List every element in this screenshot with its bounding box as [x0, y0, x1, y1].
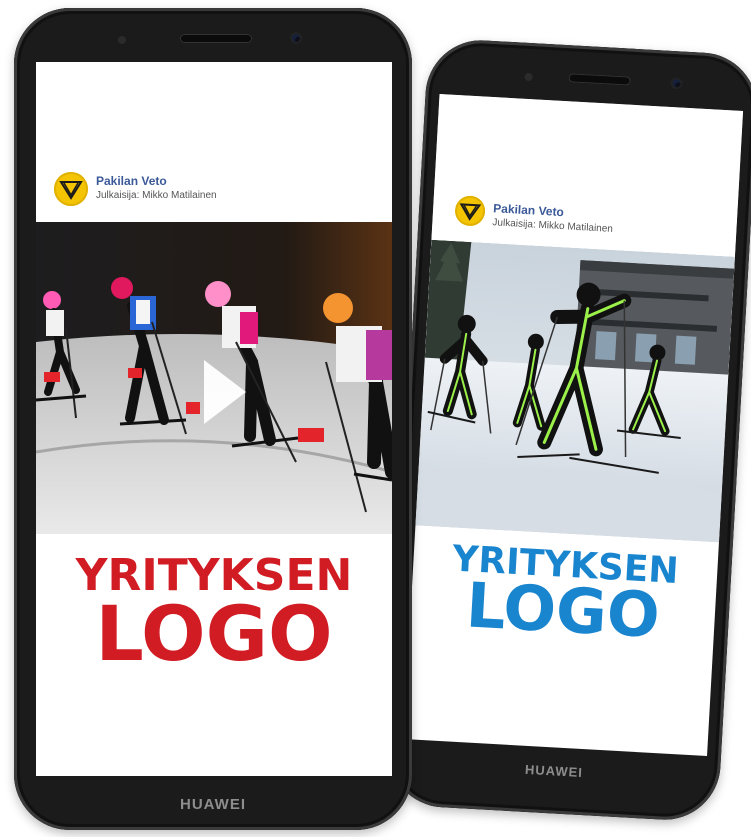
ski-skaters-photo[interactable]: [415, 239, 735, 543]
phone-primary: Pakilan Veto Julkaisija: Mikko Matilaine…: [14, 8, 412, 830]
phone-secondary-screen: Pakilan Veto Julkaisija: Mikko Matilaine…: [403, 94, 744, 756]
front-camera-icon: [670, 76, 683, 90]
brand-label: HUAWEI: [180, 796, 246, 813]
phone-primary-screen: Pakilan Veto Julkaisija: Mikko Matilaine…: [36, 62, 392, 776]
page-name-link[interactable]: Pakilan Veto: [493, 201, 564, 219]
company-logo-placeholder: YRITYKSEN LOGO: [36, 554, 392, 672]
proximity-sensor: [524, 72, 533, 82]
publisher-label: Julkaisija: Mikko Matilainen: [492, 217, 614, 235]
brand-label: HUAWEI: [524, 761, 584, 781]
earpiece-speaker: [568, 73, 631, 86]
ski-skaters-image: [415, 239, 735, 543]
earpiece-speaker: [180, 34, 252, 43]
pakilan-veto-avatar[interactable]: [454, 195, 486, 227]
pakilan-veto-avatar[interactable]: [54, 172, 88, 206]
proximity-sensor: [118, 36, 126, 44]
play-icon[interactable]: [202, 360, 246, 424]
club-emblem-icon: [459, 203, 482, 221]
company-logo-placeholder: YRITYKSEN LOGO: [409, 539, 718, 653]
phone-secondary: Pakilan Veto Julkaisija: Mikko Matilaine…: [385, 37, 751, 823]
club-emblem-icon: [59, 181, 83, 200]
page-name-link[interactable]: Pakilan Veto: [96, 174, 167, 188]
publisher-label: Julkaisija: Mikko Matilainen: [96, 190, 217, 201]
front-camera-icon: [290, 32, 302, 44]
post-header: Pakilan Veto Julkaisija: Mikko Matilaine…: [36, 62, 392, 220]
night-ski-race-video[interactable]: [36, 222, 392, 534]
logo-line2: LOGO: [95, 589, 333, 678]
